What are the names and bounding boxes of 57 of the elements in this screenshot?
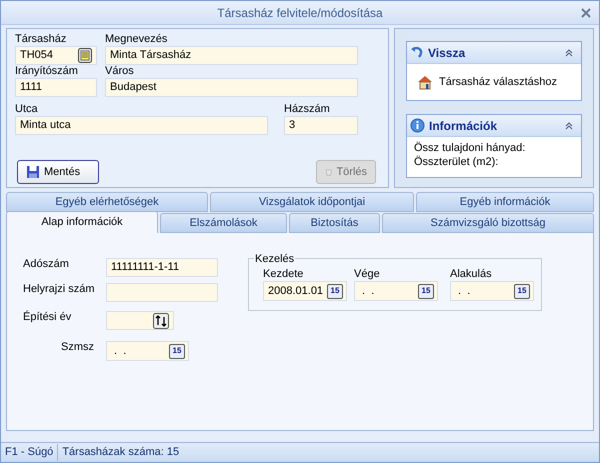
calendar-button[interactable]: 15 xyxy=(169,344,185,358)
list-icon[interactable] xyxy=(78,48,92,63)
info-icon xyxy=(410,118,425,133)
panel-title: Információk xyxy=(429,118,498,134)
field-label: Adószám xyxy=(23,258,70,271)
input-field[interactable]: Budapest xyxy=(105,78,358,97)
input-field[interactable] xyxy=(106,311,174,330)
field-label: Utca xyxy=(15,103,39,116)
field-label: Társasház xyxy=(15,33,68,46)
panel-link[interactable]: Társasház választáshoz xyxy=(439,74,557,90)
field-label: Házszám xyxy=(284,103,331,116)
tab[interactable]: Biztosítás xyxy=(289,213,380,233)
panel-title: Vissza xyxy=(428,44,466,62)
field-label: Alakulás xyxy=(450,268,493,281)
info-text: Össz tulajdoni hányad: xyxy=(414,141,526,155)
input-field[interactable]: TH054 xyxy=(15,46,97,65)
collapse-icon[interactable] xyxy=(565,122,573,130)
field-label: Szmsz xyxy=(61,341,95,354)
field-label: Vége xyxy=(354,268,381,281)
panel-header[interactable]: Vissza xyxy=(407,42,581,64)
tab[interactable]: Alap információk xyxy=(6,211,158,233)
save-button[interactable]: Mentés xyxy=(17,160,99,184)
tab[interactable]: Vizsgálatok időpontjai xyxy=(210,192,414,212)
tab[interactable]: Elszámolások xyxy=(160,213,287,233)
field-label: Kezdete xyxy=(263,268,304,281)
tab[interactable]: Egyéb információk xyxy=(416,192,594,212)
back-arrow-icon xyxy=(410,46,424,60)
date-field[interactable]: 2008.01.01 15 xyxy=(263,281,347,301)
input-field[interactable]: 3 xyxy=(284,116,358,135)
calendar-button[interactable]: 15 xyxy=(418,284,434,298)
field-label: Építési év xyxy=(23,311,72,324)
spin-icon[interactable] xyxy=(153,312,169,328)
input-field[interactable] xyxy=(106,283,218,302)
field-label: Irányítószám xyxy=(15,65,79,78)
input-field[interactable]: Minta utca xyxy=(15,116,268,135)
calendar-button[interactable]: 15 xyxy=(327,284,343,298)
tab[interactable]: Számvizsgáló bizottság xyxy=(382,213,594,233)
window-title: Társasház felvitele/módosítása xyxy=(217,4,383,22)
collapse-icon[interactable] xyxy=(565,48,573,56)
close-icon[interactable] xyxy=(581,8,591,18)
date-field[interactable]: . . 15 xyxy=(450,281,534,301)
field-label: Helyrajzi szám xyxy=(23,283,96,296)
input-field[interactable]: 11111111-1-11 xyxy=(106,258,218,277)
status-text: Társasházak száma: 15 xyxy=(61,445,180,460)
input-field[interactable]: Minta Társasház xyxy=(105,46,358,65)
calendar-button[interactable]: 15 xyxy=(514,284,530,298)
input-field[interactable]: 1111 xyxy=(15,78,97,97)
date-field[interactable]: . . 15 xyxy=(354,281,438,301)
date-field[interactable]: . . 15 xyxy=(106,341,189,361)
field-label: Megnevezés xyxy=(105,33,168,46)
floppy-icon xyxy=(26,165,40,179)
status-text: F1 - Súgó xyxy=(1,444,58,461)
tab[interactable]: Egyéb elérhetőségek xyxy=(6,192,208,212)
panel-header[interactable]: Információk xyxy=(407,115,581,137)
info-text: Összterület (m2): xyxy=(414,155,500,169)
house-icon xyxy=(417,74,433,90)
field-label: Város xyxy=(105,65,135,78)
